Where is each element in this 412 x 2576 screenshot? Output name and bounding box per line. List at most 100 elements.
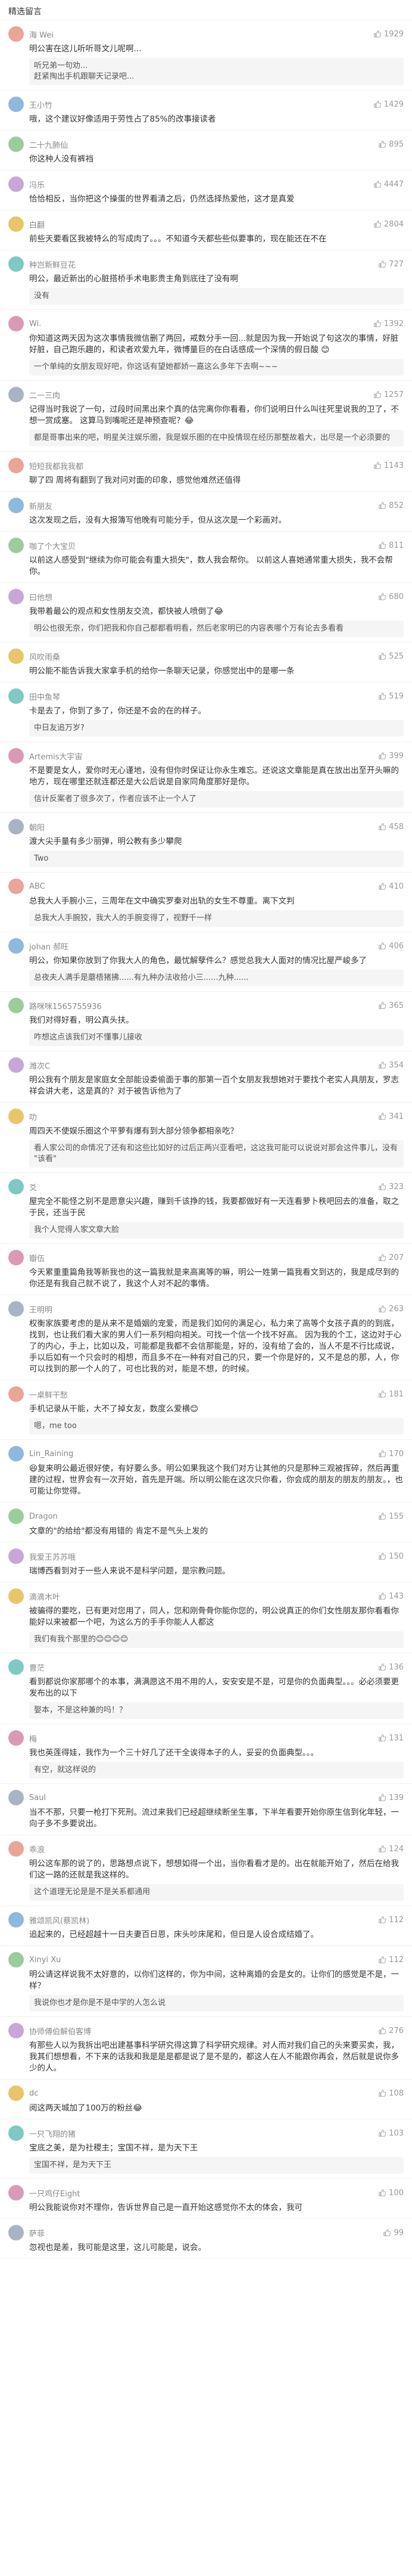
avatar[interactable] (8, 1841, 24, 1857)
comment-author[interactable]: 王小竹 (29, 99, 52, 110)
comment-author[interactable]: 短短我都我我都 (29, 460, 83, 471)
comment-author[interactable]: 一只飞翔的猪 (29, 2128, 76, 2139)
avatar[interactable] (8, 819, 24, 834)
comment-author[interactable]: 咖了个大宝贝 (29, 540, 76, 551)
avatar[interactable] (8, 589, 24, 604)
comment-author[interactable]: Wi. (29, 319, 41, 328)
comment-author[interactable]: ABC (29, 882, 45, 891)
like-button[interactable]: 99 (383, 2229, 404, 2237)
like-button[interactable]: 341 (378, 1112, 404, 1121)
like-button[interactable]: 519 (378, 692, 404, 701)
like-button[interactable]: 525 (378, 652, 404, 661)
avatar[interactable] (8, 1509, 24, 1524)
avatar[interactable] (8, 1912, 24, 1928)
like-button[interactable]: 181 (378, 1390, 404, 1399)
avatar[interactable] (8, 136, 24, 152)
comment-author[interactable]: 海 Wei (29, 29, 54, 40)
comment-author[interactable]: 梅 (29, 1733, 37, 1744)
avatar[interactable] (8, 1250, 24, 1265)
avatar[interactable] (8, 1588, 24, 1604)
comment-author[interactable]: 乖浪 (29, 1843, 45, 1855)
comment-author[interactable]: 白翻 (29, 219, 45, 230)
like-button[interactable]: 263 (378, 1305, 404, 1314)
avatar[interactable] (8, 998, 24, 1013)
comment-author[interactable]: 种岂新鲜豆花 (29, 259, 76, 270)
comment-author[interactable]: dc (29, 2089, 38, 2098)
comment-author[interactable]: 我爱王苏苏哦 (29, 1551, 76, 1562)
like-button[interactable]: 108 (378, 2089, 404, 2098)
avatar[interactable] (8, 2225, 24, 2240)
avatar[interactable] (8, 216, 24, 232)
comment-author[interactable]: 朝阳 (29, 821, 45, 833)
like-button[interactable]: 100 (378, 2189, 404, 2198)
like-button[interactable]: 406 (378, 942, 404, 951)
like-button[interactable]: 155 (378, 1512, 404, 1521)
avatar[interactable] (8, 2023, 24, 2038)
like-button[interactable]: 1143 (373, 461, 404, 470)
comment-author[interactable]: 一桌鲜干愁 (29, 1389, 68, 1400)
comment-author[interactable]: 曹茫 (29, 1662, 45, 1673)
like-button[interactable]: 170 (378, 1450, 404, 1458)
avatar[interactable] (8, 648, 24, 664)
like-button[interactable]: 1257 (373, 390, 404, 399)
avatar[interactable] (8, 1057, 24, 1073)
avatar[interactable] (8, 458, 24, 473)
avatar[interactable] (8, 1659, 24, 1675)
like-button[interactable]: 1392 (373, 319, 404, 328)
avatar[interactable] (8, 1730, 24, 1746)
avatar[interactable] (8, 1790, 24, 1805)
comment-author[interactable]: 二十九肺仙 (29, 139, 68, 150)
avatar[interactable] (8, 1548, 24, 1564)
like-button[interactable]: 112 (378, 1916, 404, 1925)
like-button[interactable]: 727 (378, 260, 404, 269)
avatar[interactable] (8, 498, 24, 513)
like-button[interactable]: 680 (378, 592, 404, 601)
comment-author[interactable]: Xinyi Xu (29, 1956, 61, 1964)
avatar[interactable] (8, 256, 24, 272)
avatar[interactable] (8, 26, 24, 42)
avatar[interactable] (8, 748, 24, 764)
like-button[interactable]: 1929 (373, 30, 404, 39)
avatar[interactable] (8, 1952, 24, 1967)
avatar[interactable] (8, 2185, 24, 2201)
avatar[interactable] (8, 316, 24, 331)
like-button[interactable]: 276 (378, 2026, 404, 2035)
avatar[interactable] (8, 538, 24, 553)
avatar[interactable] (8, 387, 24, 402)
comment-author[interactable]: Saul (29, 1793, 46, 1802)
avatar[interactable] (8, 938, 24, 954)
comment-author[interactable]: Lin_Raining (29, 1450, 73, 1458)
avatar[interactable] (8, 1386, 24, 1402)
comment-author[interactable]: 雅颂凯风(蔡凯林) (29, 1914, 89, 1926)
like-button[interactable]: 143 (378, 1592, 404, 1601)
avatar[interactable] (8, 2125, 24, 2141)
avatar[interactable] (8, 176, 24, 192)
comment-author[interactable]: 爻 (29, 1181, 37, 1193)
comment-author[interactable]: Artemis大宇宙 (29, 750, 82, 762)
avatar[interactable] (8, 1301, 24, 1317)
like-button[interactable]: 323 (378, 1183, 404, 1191)
avatar[interactable] (8, 879, 24, 894)
comment-author[interactable]: 冯乐 (29, 179, 45, 190)
like-button[interactable]: 150 (378, 1552, 404, 1561)
like-button[interactable]: 2804 (373, 220, 404, 229)
like-button[interactable]: 136 (378, 1663, 404, 1672)
like-button[interactable]: 354 (378, 1061, 404, 1070)
like-button[interactable]: 365 (378, 1001, 404, 1010)
like-button[interactable]: 410 (378, 882, 404, 891)
like-button[interactable]: 103 (378, 2129, 404, 2138)
comment-author[interactable]: 二一三肉 (29, 389, 60, 401)
comment-author[interactable]: 萨菲 (29, 2227, 45, 2239)
like-button[interactable]: 895 (378, 140, 404, 149)
like-button[interactable]: 399 (378, 752, 404, 761)
comment-author[interactable]: 田中鱼琴 (29, 691, 60, 702)
avatar[interactable] (8, 2085, 24, 2101)
like-button[interactable]: 112 (378, 1956, 404, 1964)
comment-author[interactable]: 叻 (29, 1111, 37, 1122)
avatar[interactable] (8, 1179, 24, 1194)
comment-author[interactable]: 曰他想 (29, 591, 52, 603)
avatar[interactable] (8, 97, 24, 112)
like-button[interactable]: 1429 (373, 100, 404, 109)
like-button[interactable]: 207 (378, 1253, 404, 1262)
like-button[interactable]: 139 (378, 1793, 404, 1802)
